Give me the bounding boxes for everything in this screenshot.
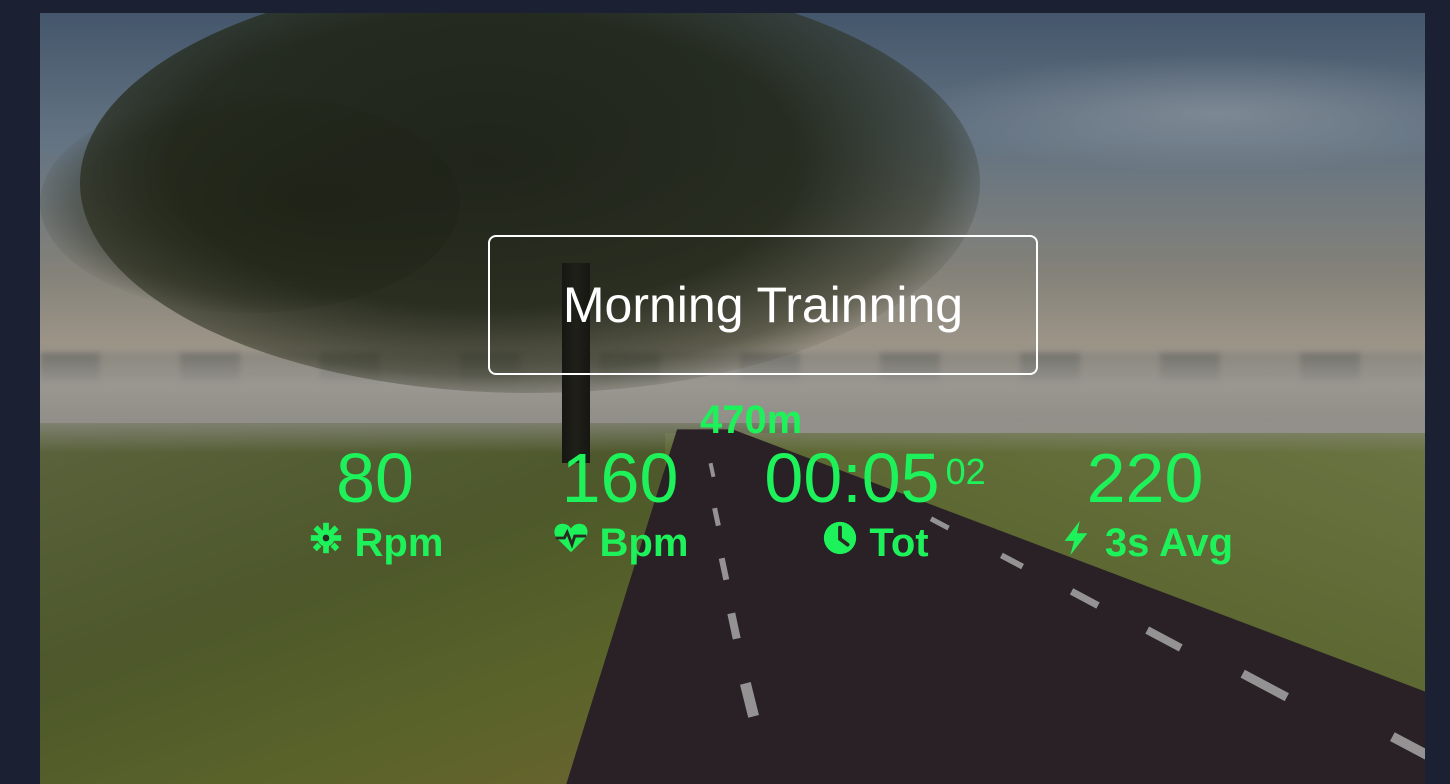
workout-title-box: Morning Trainning: [488, 235, 1038, 375]
workout-title: Morning Trainning: [562, 277, 964, 333]
metric-power: 220 3s Avg: [1055, 443, 1235, 567]
elapsed-time-value: 00:05: [764, 439, 940, 517]
cadence-value: 80: [336, 439, 414, 517]
metric-heart-rate: 160 Bpm: [540, 443, 700, 567]
heart-rate-value: 160: [561, 439, 679, 517]
heart-rate-label-row: Bpm: [552, 519, 689, 567]
heart-rate-label: Bpm: [599, 520, 689, 565]
cadence-label-row: Rpm: [307, 519, 444, 567]
power-label-row: 3s Avg: [1057, 519, 1233, 567]
power-value: 220: [1086, 439, 1204, 517]
elapsed-time-label-row: Tot: [821, 519, 929, 567]
elapsed-time-seconds: 02: [945, 451, 986, 492]
elapsed-time-value-row: 00:05 02: [764, 443, 985, 513]
clock-icon: [821, 519, 859, 567]
distance-readout: 470m: [700, 398, 803, 442]
elapsed-time-label: Tot: [869, 520, 929, 565]
cadence-label: Rpm: [354, 520, 444, 565]
video-frame: Morning Trainning 470m 80 Rpm 160 Bpm 00…: [40, 13, 1425, 784]
heart-pulse-icon: [552, 519, 590, 567]
metric-elapsed-time: 00:05 02 Tot: [755, 443, 995, 567]
lightning-icon: [1057, 519, 1095, 567]
power-label: 3s Avg: [1104, 520, 1234, 565]
metric-cadence: 80 Rpm: [295, 443, 455, 567]
gear-icon: [307, 519, 345, 567]
